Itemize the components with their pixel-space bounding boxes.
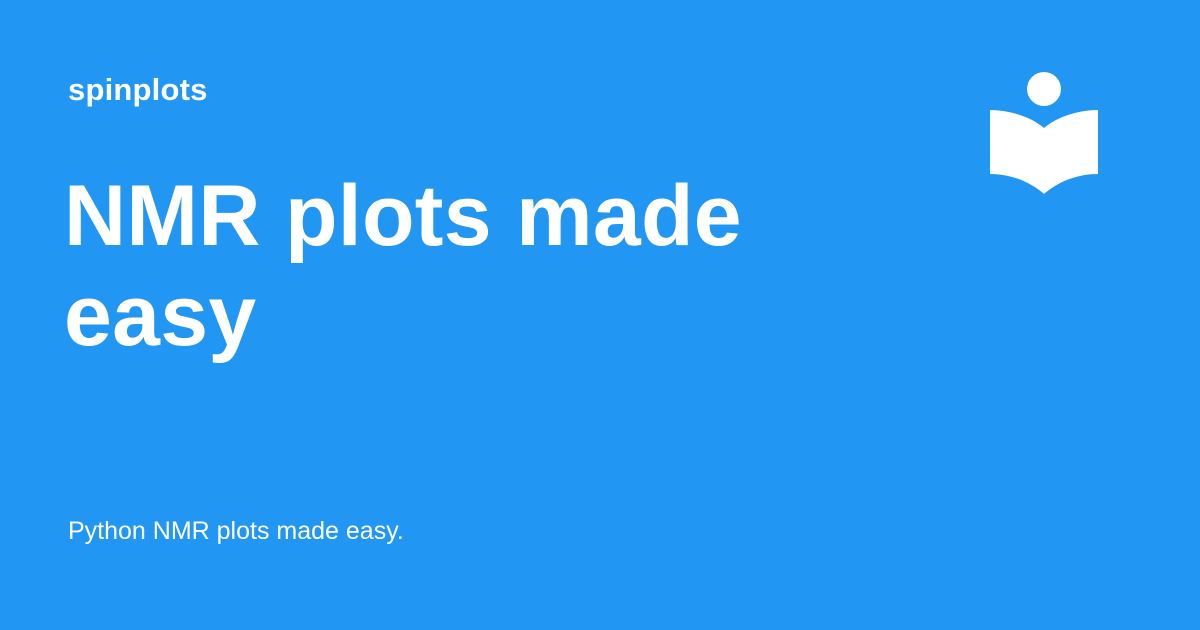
page-headline: NMR plots made easy <box>64 168 742 364</box>
site-name: spinplots <box>68 72 208 107</box>
book-reader-icon <box>988 70 1100 198</box>
page-description: Python NMR plots made easy. <box>68 517 404 545</box>
social-card: spinplots NMR plots made easy Python NMR… <box>0 0 1200 630</box>
